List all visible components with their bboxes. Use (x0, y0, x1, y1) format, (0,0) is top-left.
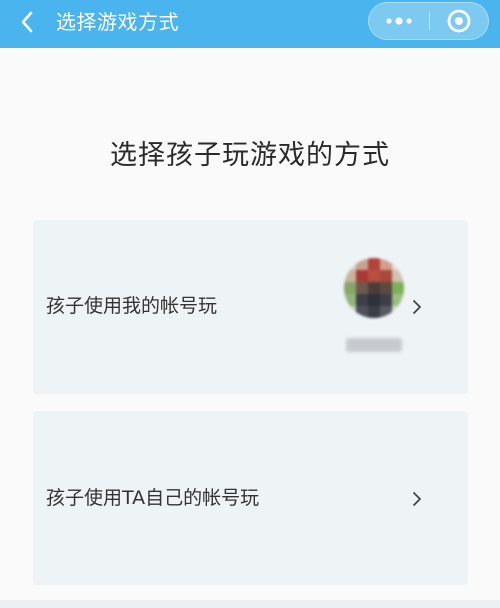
more-dots-icon (386, 17, 412, 25)
top-nav-bar: 选择游戏方式 (0, 0, 500, 48)
nav-title: 选择游戏方式 (56, 10, 179, 34)
chevron-right-icon (413, 300, 421, 314)
close-button[interactable] (430, 3, 488, 39)
target-close-icon (447, 9, 471, 33)
blurred-username (346, 338, 402, 352)
avatar (344, 258, 404, 318)
option-label-own-account: 孩子使用TA自己的帐号玩 (46, 487, 260, 509)
more-button[interactable] (369, 3, 429, 39)
mini-program-capsule (368, 2, 489, 40)
back-button[interactable] (14, 8, 42, 36)
chevron-left-icon (21, 11, 33, 33)
bottom-strip (0, 600, 500, 608)
chevron-right-icon (413, 492, 421, 506)
option-label-my-account: 孩子使用我的帐号玩 (46, 295, 218, 317)
page-title: 选择孩子玩游戏的方式 (110, 140, 390, 171)
blurred-avatar-image (344, 258, 404, 318)
